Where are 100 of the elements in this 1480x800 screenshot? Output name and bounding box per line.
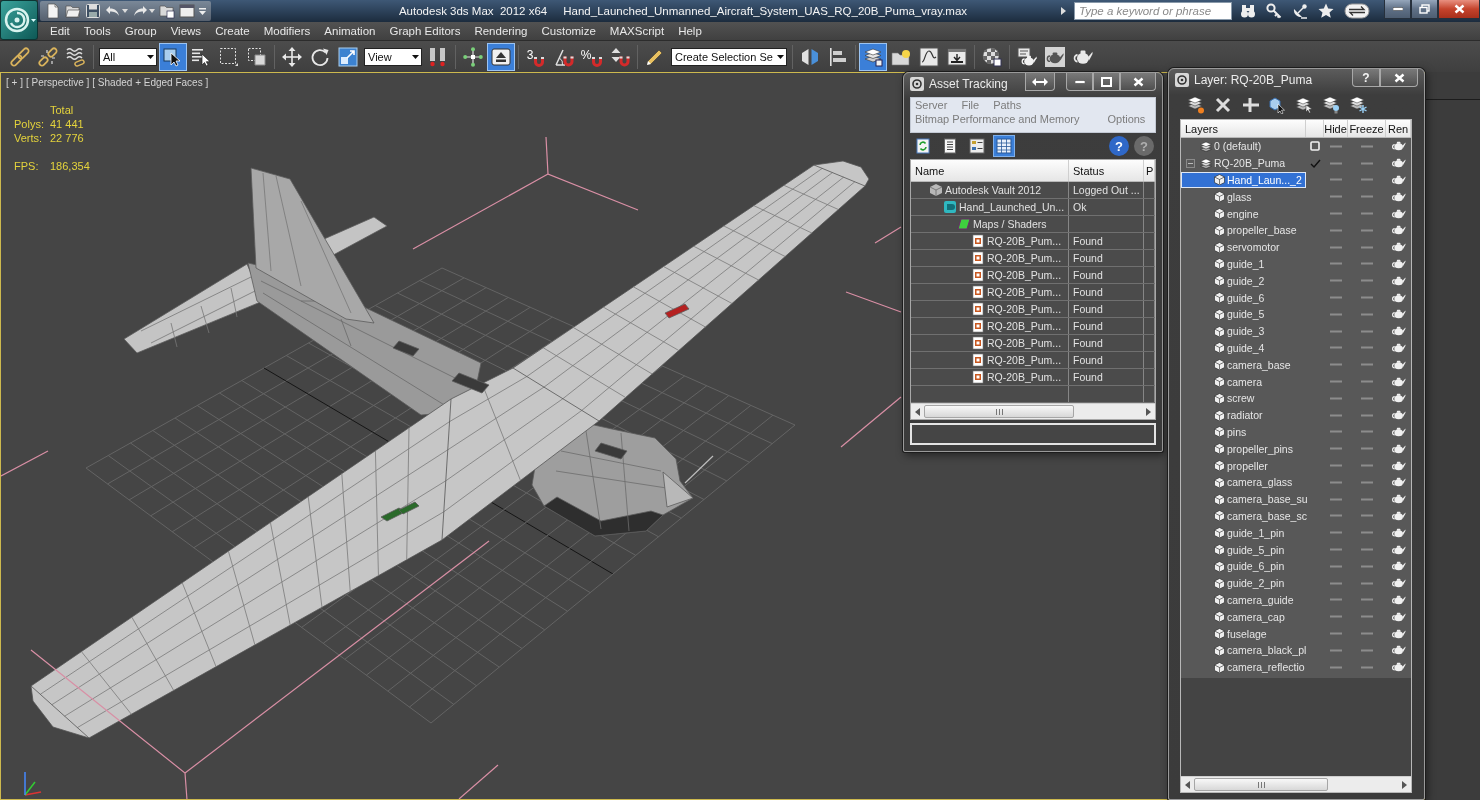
layer-tree-item[interactable]: guide_6_pin <box>1181 557 1306 575</box>
asset-tree-item[interactable]: Maps / Shaders <box>911 216 1069 232</box>
teapot-icon[interactable] <box>1391 662 1406 673</box>
layer-tree-item[interactable]: propeller <box>1181 457 1306 474</box>
teapot-icon[interactable] <box>1391 141 1406 152</box>
shortcut-toggle-button[interactable] <box>487 42 515 71</box>
teapot-icon[interactable] <box>1391 225 1406 236</box>
scroll-thumb[interactable] <box>1194 778 1328 791</box>
teapot-icon[interactable] <box>1391 309 1406 320</box>
asset-tree-item[interactable]: RQ-20B_Pum... <box>911 284 1069 300</box>
layer-tree-item[interactable]: camera <box>1181 373 1306 390</box>
exchange-button[interactable] <box>1342 3 1372 19</box>
layer-tree-item[interactable]: screw <box>1181 389 1306 407</box>
close-button[interactable] <box>1380 69 1418 87</box>
project-folder-button[interactable] <box>159 3 175 19</box>
teapot-icon[interactable] <box>1391 494 1406 505</box>
add-to-layer-button[interactable] <box>1241 96 1259 114</box>
layer-tree-item[interactable]: propeller_base <box>1181 222 1306 239</box>
table-view-button[interactable] <box>993 135 1015 157</box>
menu-item[interactable]: MAXScript <box>602 25 672 37</box>
restore-button[interactable] <box>1411 0 1438 19</box>
layer-tree-item[interactable]: servomotor <box>1181 238 1306 256</box>
teapot-icon[interactable] <box>1391 628 1406 639</box>
teapot-icon[interactable] <box>1391 393 1406 404</box>
menu-item[interactable]: Paths <box>993 99 1022 111</box>
layer-tree-item[interactable]: Hand_Laun..._2 <box>1181 171 1306 189</box>
viewport-menu-label[interactable]: [ Shaded + Edged Faces ] <box>92 77 209 88</box>
layer-tree-item[interactable]: camera_cap <box>1181 608 1306 626</box>
teapot-icon[interactable] <box>1391 342 1406 353</box>
viewport-menu-label[interactable]: [ + ] <box>6 77 23 88</box>
column-header[interactable]: Layers <box>1181 120 1306 137</box>
new-layer-button[interactable] <box>1187 96 1205 114</box>
select-object-button[interactable] <box>159 42 187 71</box>
layer-tree-item[interactable]: guide_1_pin <box>1181 524 1306 542</box>
menu-item[interactable]: Create <box>208 25 257 37</box>
teapot-icon[interactable] <box>1391 292 1406 303</box>
favorites-button[interactable] <box>1316 3 1336 19</box>
dropdown[interactable]: View <box>364 47 422 66</box>
menu-item[interactable]: Graph Editors <box>382 25 468 37</box>
thumbnail-view-button[interactable] <box>966 135 988 157</box>
asset-tree-item[interactable]: RQ-20B_Pum... <box>911 335 1069 351</box>
layer-tree-item[interactable]: guide_4 <box>1181 339 1306 357</box>
layer-tree-item[interactable]: camera_guide <box>1181 591 1306 609</box>
menu-item[interactable]: Server <box>915 99 948 111</box>
menu-item[interactable]: Animation <box>317 25 383 37</box>
menu-item[interactable]: Modifiers <box>256 25 318 37</box>
search-button[interactable] <box>1238 3 1258 19</box>
layer-tree-item[interactable]: fuselage <box>1181 625 1306 642</box>
teapot-icon[interactable] <box>1391 242 1406 253</box>
select-objects-button[interactable] <box>1268 96 1286 114</box>
layer-tree-item[interactable]: RQ-20B_Puma <box>1181 154 1306 172</box>
menu-item[interactable]: Tools <box>76 25 118 37</box>
asset-tree-item[interactable]: Hand_Launched_Un... <box>911 199 1069 215</box>
menu-item[interactable]: Rendering <box>467 25 535 37</box>
menu-item[interactable]: Bitmap Performance and Memory <box>915 113 1080 125</box>
scroll-thumb[interactable] <box>924 405 1074 418</box>
layer-tree-item[interactable]: guide_3 <box>1181 322 1306 340</box>
layer-tree-item[interactable]: camera_base_sc <box>1181 507 1306 525</box>
asset-tree-item[interactable]: RQ-20B_Pum... <box>911 250 1069 266</box>
freeze-all-button[interactable] <box>1349 96 1367 114</box>
layer-tree-item[interactable]: guide_6 <box>1181 289 1306 306</box>
menu-item[interactable]: Options <box>1107 113 1146 125</box>
layer-tree-item[interactable]: propeller_pins <box>1181 440 1306 458</box>
highlight-layers-button[interactable] <box>1295 96 1313 114</box>
teapot-icon[interactable] <box>1391 191 1406 202</box>
teapot-icon[interactable] <box>1391 275 1406 286</box>
menu-item[interactable]: Views <box>163 25 209 37</box>
asset-tree-item[interactable]: RQ-20B_Pum... <box>911 267 1069 283</box>
teapot-icon[interactable] <box>1391 527 1406 538</box>
layer-tree-item[interactable]: pins <box>1181 423 1306 441</box>
subscription-button[interactable] <box>1264 3 1284 19</box>
teapot-icon[interactable] <box>1391 258 1406 269</box>
percent-snap-button[interactable]: % <box>578 42 606 71</box>
column-header[interactable]: Status <box>1069 160 1144 181</box>
column-header[interactable]: Name <box>911 160 1069 181</box>
save-button[interactable] <box>85 3 101 19</box>
menu-item[interactable]: Customize <box>534 25 603 37</box>
layer-manager-button[interactable] <box>858 42 887 71</box>
teapot-icon[interactable] <box>1391 208 1406 219</box>
teapot-icon[interactable] <box>1391 460 1406 471</box>
dock-button[interactable] <box>1025 73 1055 91</box>
menu-item[interactable]: Group <box>117 25 164 37</box>
delete-layer-button[interactable] <box>1214 96 1232 114</box>
new-button[interactable] <box>45 3 61 19</box>
teapot-icon[interactable] <box>1391 510 1406 521</box>
path-field[interactable] <box>910 423 1156 445</box>
minimize-button[interactable] <box>1066 73 1093 91</box>
teapot-icon[interactable] <box>1391 611 1406 622</box>
teapot-icon[interactable] <box>1391 359 1406 370</box>
asset-tree-item[interactable]: RQ-20B_Pum... <box>911 352 1069 368</box>
layer-tree-item[interactable]: guide_5_pin <box>1181 541 1306 558</box>
teapot-icon[interactable] <box>1391 645 1406 656</box>
layer-tree-item[interactable]: 0 (default) <box>1181 138 1306 155</box>
layer-tree-item[interactable]: camera_base_su <box>1181 490 1306 508</box>
layer-tree-item[interactable]: engine <box>1181 205 1306 222</box>
close-button[interactable] <box>1120 73 1156 91</box>
maximize-button[interactable] <box>1093 73 1120 91</box>
asset-tree-item[interactable]: Autodesk Vault 2012 <box>911 182 1069 198</box>
layer-tree-item[interactable]: camera_base <box>1181 356 1306 374</box>
teapot-icon[interactable] <box>1391 443 1406 454</box>
